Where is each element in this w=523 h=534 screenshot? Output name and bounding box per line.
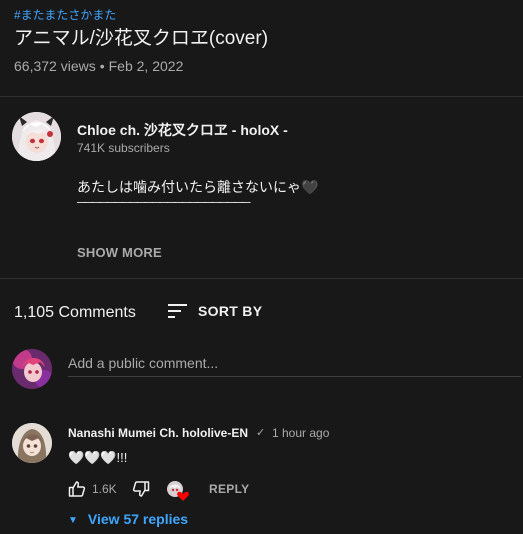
reply-button[interactable]: REPLY (209, 482, 249, 496)
add-comment-input[interactable] (68, 350, 521, 377)
comment-author[interactable]: Nanashi Mumei Ch. hololive-EN (68, 426, 248, 440)
user-avatar[interactable] (12, 349, 52, 389)
comment-timestamp[interactable]: 1 hour ago (272, 426, 329, 440)
channel-name[interactable]: Chloe ch. 沙花叉クロヱ - holoX - (77, 120, 288, 140)
upload-date: Feb 2, 2022 (108, 58, 184, 74)
thumbs-down-icon[interactable] (132, 480, 150, 498)
description-rule: ─────────────────────── (77, 195, 251, 209)
comment-text: 🤍🤍🤍!!! (68, 450, 128, 465)
view-count: 66,372 views (14, 58, 96, 74)
comment-author-avatar[interactable] (12, 423, 52, 463)
sort-icon[interactable] (168, 302, 188, 320)
divider (0, 278, 523, 279)
comments-count: 1,105 Comments (14, 304, 136, 321)
video-title: アニマル/沙花叉クロヱ(cover) (14, 28, 269, 49)
caret-down-icon: ▼ (68, 515, 78, 526)
sort-by-button[interactable]: SORT BY (198, 303, 262, 319)
thumbs-up-icon[interactable] (68, 480, 86, 498)
like-count: 1.6K (92, 482, 117, 496)
verified-check-icon: ✓ (256, 427, 266, 439)
view-replies-label: View 57 replies (87, 511, 189, 527)
divider (0, 96, 523, 97)
video-meta: 66,372 views • Feb 2, 2022 (14, 58, 183, 74)
meta-separator: • (99, 58, 105, 74)
video-hashtag[interactable]: #またまたさかまた (14, 6, 116, 23)
show-more-button[interactable]: SHOW MORE (77, 245, 162, 260)
creator-heart-icon (166, 480, 190, 502)
subscriber-count: 741K subscribers (77, 141, 170, 155)
channel-avatar-icon[interactable] (12, 112, 61, 161)
view-replies-button[interactable]: ▼ View 57 replies (68, 511, 188, 527)
description-line: あたしは噛み付いたら離さないにゃ🖤 (77, 179, 319, 195)
